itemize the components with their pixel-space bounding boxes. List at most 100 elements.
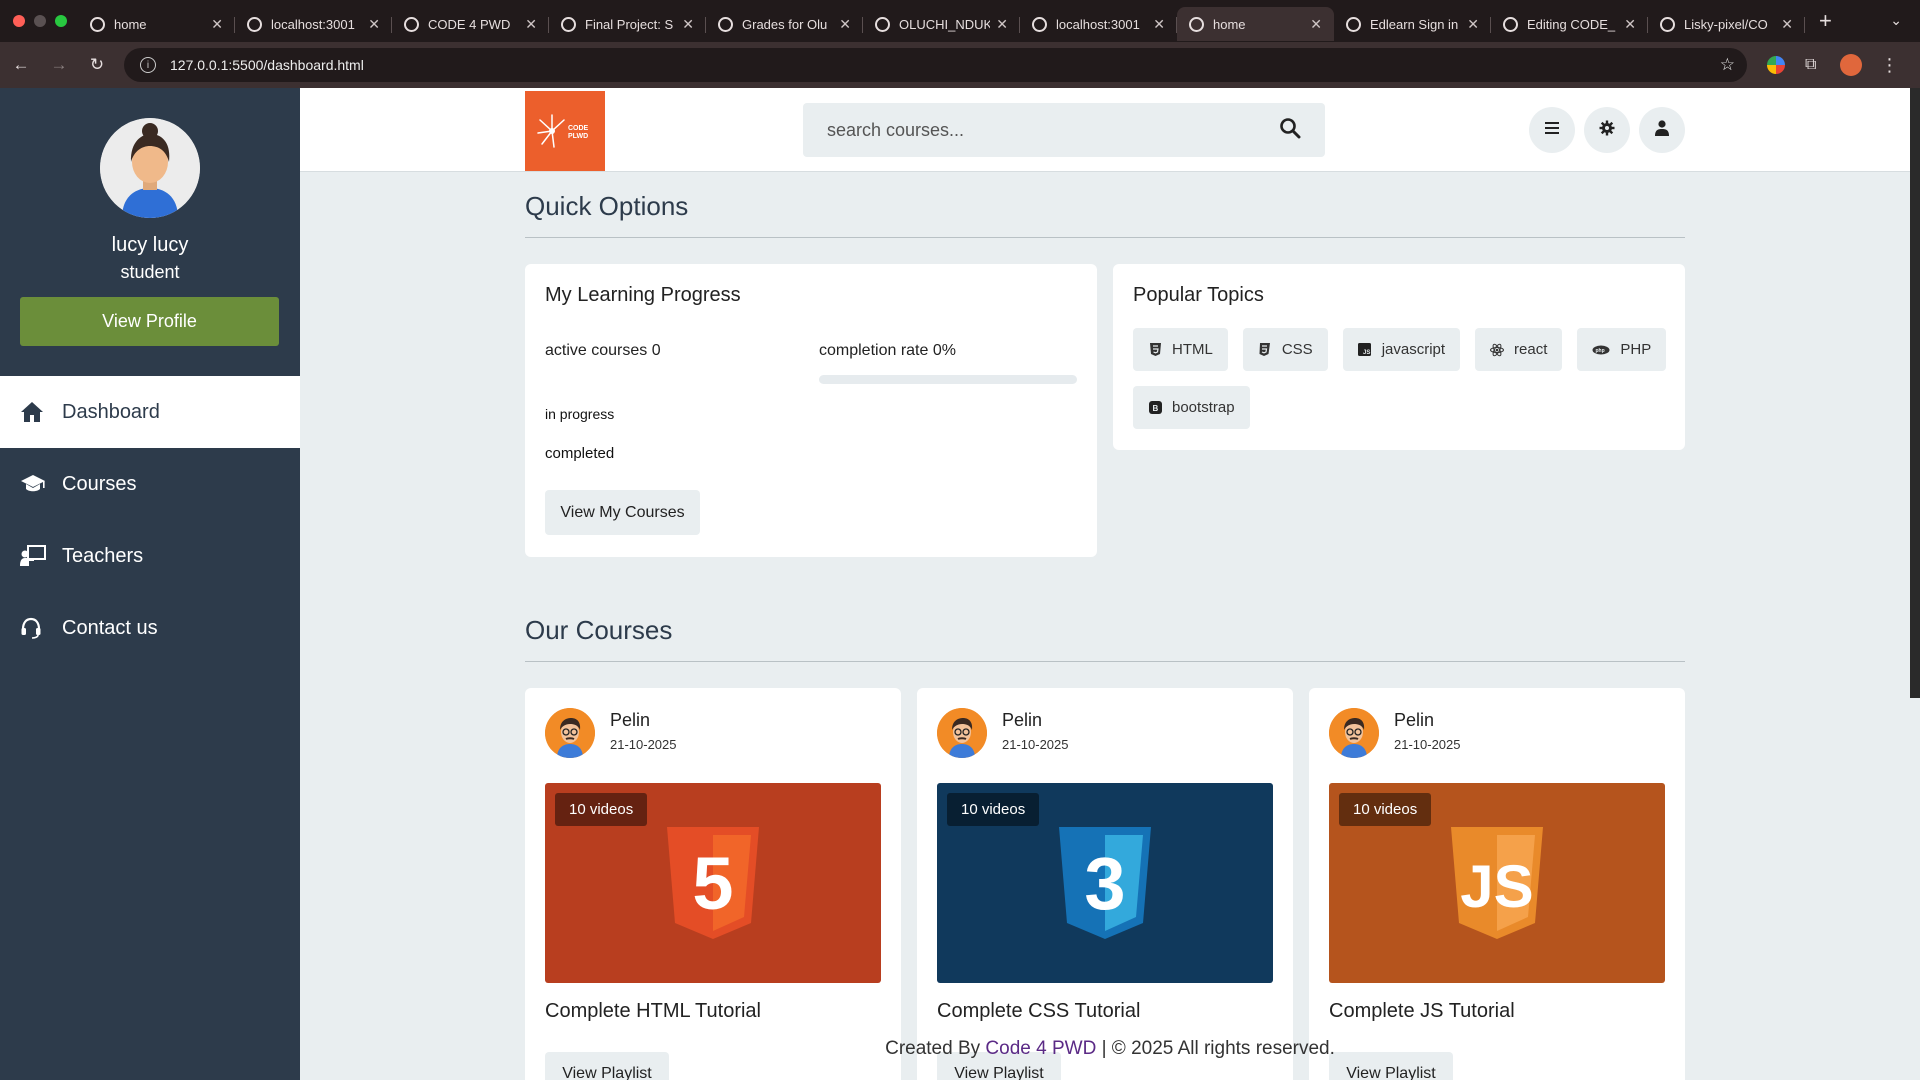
reload-button[interactable]: ↻ [80, 55, 114, 75]
tab-favicon-icon [404, 16, 419, 32]
topic-label: CSS [1281, 341, 1313, 358]
tab-favicon-icon [1032, 16, 1047, 32]
completion-progress-bar [819, 375, 1077, 384]
tab-close-icon[interactable]: ✕ [682, 16, 694, 33]
our-courses-title: Our Courses [525, 615, 673, 645]
sidebar-item-label: Contact us [62, 616, 158, 639]
tab-list: home ✕ localhost:3001 ✕ CODE 4 PWD ✕ Final Pro… [78, 0, 1805, 42]
sidebar-item-label: Courses [62, 472, 137, 495]
browser-tab[interactable]: home ✕ [1177, 7, 1334, 41]
view-profile-button[interactable]: View Profile [20, 297, 279, 346]
tab-close-icon[interactable]: ✕ [1467, 16, 1479, 33]
topic-php[interactable]: php PHP [1577, 328, 1667, 371]
tab-label: localhost:3001 [271, 16, 355, 32]
tab-favicon-icon [1346, 16, 1361, 32]
tab-close-icon[interactable]: ✕ [839, 16, 851, 33]
bookmark-star-icon[interactable]: ☆ [1720, 55, 1735, 75]
footer-brand-link[interactable]: Code 4 PWD [985, 1038, 1096, 1059]
tab-close-icon[interactable]: ✕ [1153, 16, 1165, 33]
logo-text-code: CODE [568, 125, 589, 132]
video-count-badge: 10 videos [947, 793, 1040, 826]
teacher-avatar [937, 708, 987, 758]
user-icon [1655, 119, 1669, 141]
extensions-puzzle-icon[interactable]: ⧉ [1805, 56, 1816, 74]
completion-rate-value: 0% [932, 342, 956, 359]
svg-text:JS: JS [1363, 350, 1370, 356]
graduation-cap-icon [20, 474, 48, 494]
forward-button[interactable]: → [42, 55, 76, 75]
search-input[interactable] [827, 119, 1279, 141]
topic-html[interactable]: HTML [1133, 328, 1228, 371]
popular-topics-title: Popular Topics [1133, 284, 1264, 306]
maximize-window-button[interactable] [55, 15, 67, 27]
browser-tab[interactable]: Final Project: S ✕ [549, 7, 706, 41]
browser-tab[interactable]: Grades for Olu ✕ [706, 7, 863, 41]
html5-logo-letter: 5 [692, 842, 733, 925]
user-button[interactable] [1639, 107, 1685, 153]
course-date: 21-10-2025 [1394, 737, 1461, 752]
tab-close-icon[interactable]: ✕ [1781, 16, 1793, 33]
course-title: Complete CSS Tutorial [937, 1000, 1141, 1022]
topic-css[interactable]: CSS [1242, 328, 1328, 371]
course-thumbnail[interactable]: 10 videos 3 [937, 783, 1273, 983]
tab-close-icon[interactable]: ✕ [996, 16, 1008, 33]
browser-tab[interactable]: Editing CODE_ ✕ [1491, 7, 1648, 41]
window-controls [0, 15, 78, 27]
profile-avatar[interactable] [1840, 54, 1863, 76]
minimize-window-button[interactable] [34, 15, 46, 27]
course-thumbnail[interactable]: 10 videos JS [1329, 783, 1665, 983]
tab-close-icon[interactable]: ✕ [525, 16, 537, 33]
search-icon[interactable] [1279, 117, 1301, 144]
browser-tab[interactable]: Edlearn Sign in ✕ [1334, 7, 1491, 41]
browser-toolbar: ← → ↻ i 127.0.0.1:5500/dashboard.html ☆ … [0, 42, 1920, 88]
html5-icon [1148, 343, 1162, 357]
tab-close-icon[interactable]: ✕ [1310, 16, 1322, 33]
browser-menu-icon[interactable]: ⋮ [1880, 55, 1898, 76]
logo-text-plwd: PLWD [568, 133, 588, 140]
back-button[interactable]: ← [4, 55, 38, 75]
site-info-icon[interactable]: i [140, 57, 156, 73]
browser-tab[interactable]: OLUCHI_NDUK ✕ [863, 7, 1020, 41]
sidebar-item-teachers[interactable]: Teachers [0, 520, 300, 592]
video-count-badge: 10 videos [555, 793, 648, 826]
browser-tab[interactable]: Lisky-pixel/CO ✕ [1648, 7, 1805, 41]
tab-close-icon[interactable]: ✕ [1624, 16, 1636, 33]
extension-icon[interactable] [1767, 56, 1785, 74]
sidebar-item-dashboard[interactable]: Dashboard [0, 376, 300, 448]
address-bar[interactable]: i 127.0.0.1:5500/dashboard.html ☆ [124, 48, 1747, 82]
tab-label: Edlearn Sign in [1370, 16, 1459, 32]
new-tab-button[interactable]: + [1819, 8, 1832, 34]
sidebar-item-courses[interactable]: Courses [0, 448, 300, 520]
browser-tab[interactable]: home ✕ [78, 7, 235, 41]
section-divider [525, 661, 1685, 662]
tab-close-icon[interactable]: ✕ [211, 16, 223, 33]
topic-react[interactable]: react [1475, 328, 1563, 371]
footer-prefix: Created By [885, 1038, 981, 1059]
user-name: lucy lucy [111, 234, 189, 256]
tab-search-chevron-icon[interactable]: ⌄ [1890, 12, 1902, 29]
view-my-courses-button[interactable]: View My Courses [545, 490, 700, 535]
browser-tab[interactable]: localhost:3001 ✕ [235, 7, 392, 41]
browser-tab[interactable]: CODE 4 PWD ✕ [392, 7, 549, 41]
course-thumbnail[interactable]: 10 videos 5 [545, 783, 881, 983]
tab-close-icon[interactable]: ✕ [368, 16, 380, 33]
topic-javascript[interactable]: JS javascript [1342, 328, 1461, 371]
search-bar [803, 103, 1325, 157]
sidebar-item-label: Dashboard [62, 400, 160, 423]
close-window-button[interactable] [13, 15, 25, 27]
in-progress-label: in progress [545, 406, 615, 422]
topic-label: react [1514, 341, 1548, 358]
topic-bootstrap[interactable]: B bootstrap [1133, 386, 1250, 429]
gear-icon [1599, 120, 1615, 141]
menu-button[interactable] [1529, 107, 1575, 153]
tab-favicon-icon [90, 16, 105, 32]
sidebar-item-contact[interactable]: Contact us [0, 592, 300, 664]
tab-label: Lisky-pixel/CO [1684, 16, 1768, 32]
quick-options-title: Quick Options [525, 191, 689, 221]
site-logo[interactable]: CODE PLWD [525, 91, 605, 171]
dashboard-page: lucy lucy student View Profile Dashboard… [0, 88, 1920, 1080]
tab-label: home [1213, 16, 1246, 32]
browser-tab[interactable]: localhost:3001 ✕ [1020, 7, 1177, 41]
page-scrollbar[interactable] [1910, 88, 1920, 698]
settings-button[interactable] [1584, 107, 1630, 153]
